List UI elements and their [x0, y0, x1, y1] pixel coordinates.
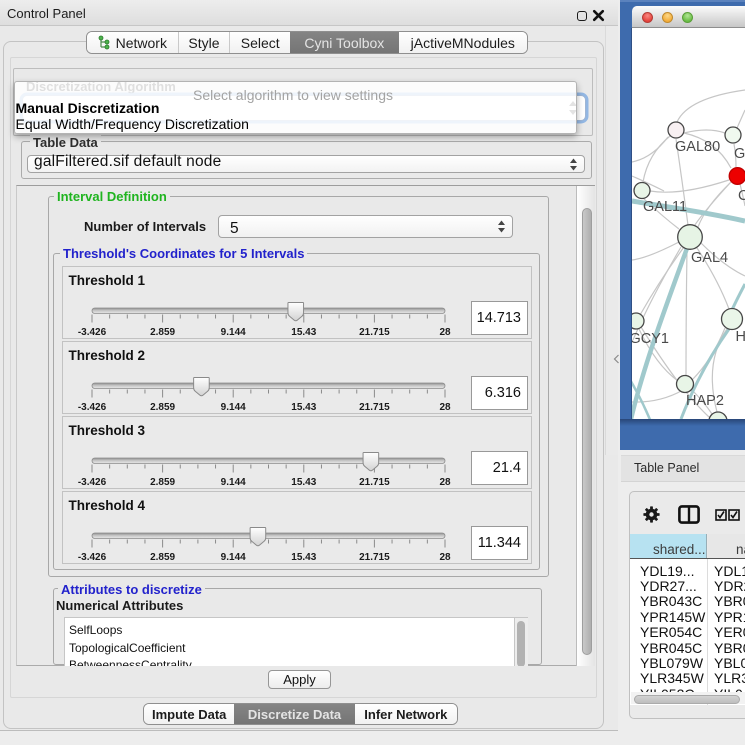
svg-text:2.859: 2.859 [150, 552, 175, 563]
svg-text:15.43: 15.43 [291, 327, 316, 338]
svg-text:9.144: 9.144 [221, 477, 246, 488]
svg-text:Threshold 2: Threshold 2 [69, 348, 146, 363]
svg-text:H: H [736, 329, 745, 345]
svg-text:28: 28 [439, 552, 451, 563]
svg-text:28: 28 [439, 327, 451, 338]
svg-text:GAL80: GAL80 [675, 139, 720, 155]
svg-text:2.859: 2.859 [150, 402, 175, 413]
svg-text:15.43: 15.43 [291, 552, 316, 563]
svg-text:C: C [738, 188, 745, 204]
svg-text:9.144: 9.144 [221, 402, 246, 413]
svg-text:-3.426: -3.426 [78, 402, 107, 413]
svg-text:21.715: 21.715 [359, 552, 390, 563]
svg-text:9.144: 9.144 [221, 552, 246, 563]
svg-text:-3.426: -3.426 [78, 327, 107, 338]
svg-text:-3.426: -3.426 [78, 552, 107, 563]
svg-text:GA: GA [734, 146, 745, 162]
svg-text:9.144: 9.144 [221, 327, 246, 338]
svg-text:Threshold 4: Threshold 4 [69, 498, 146, 513]
svg-text:HAP2: HAP2 [686, 393, 724, 409]
svg-text:GAL11: GAL11 [643, 199, 687, 215]
svg-text:21.715: 21.715 [359, 327, 390, 338]
svg-text:Threshold 3: Threshold 3 [69, 423, 146, 438]
svg-text:GAL4: GAL4 [691, 250, 728, 266]
svg-text:2.859: 2.859 [150, 327, 175, 338]
svg-text:28: 28 [439, 477, 451, 488]
svg-text:21.715: 21.715 [359, 402, 390, 413]
svg-text:2.859: 2.859 [150, 477, 175, 488]
svg-text:21.715: 21.715 [359, 477, 390, 488]
svg-text:15.43: 15.43 [291, 402, 316, 413]
svg-text:-3.426: -3.426 [78, 477, 107, 488]
svg-text:15.43: 15.43 [291, 477, 316, 488]
svg-text:GCY1: GCY1 [632, 331, 669, 347]
svg-text:Threshold 1: Threshold 1 [69, 273, 146, 288]
svg-text:28: 28 [439, 402, 451, 413]
